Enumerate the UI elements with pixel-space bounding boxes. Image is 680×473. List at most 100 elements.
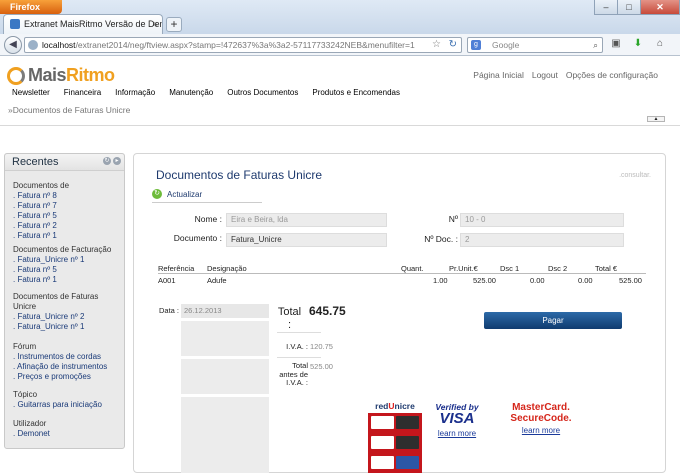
menu-newsletter[interactable]: Newsletter bbox=[12, 88, 50, 97]
cell-quant: 1.00 bbox=[433, 276, 448, 285]
total-value: 645.75 bbox=[309, 304, 346, 318]
maisritmo-logo[interactable]: MaisRitmo bbox=[7, 65, 115, 86]
top-links: Página Inicial Logout Opções de configur… bbox=[473, 70, 658, 80]
cell-designacao: Adufe bbox=[207, 276, 227, 285]
sidebar-item[interactable]: . Fatura nº 5 bbox=[13, 211, 123, 221]
back-arrow-icon[interactable]: ◀ bbox=[4, 36, 22, 54]
sidebar-item[interactable]: . Fatura nº 7 bbox=[13, 201, 123, 211]
home-link[interactable]: Página Inicial bbox=[473, 70, 524, 80]
sidebar-section: Tópico . Guitarras para iniciação bbox=[13, 390, 123, 410]
sidebar-item[interactable]: . Instrumentos de cordas bbox=[13, 352, 123, 362]
sidebar-item[interactable]: . Fatura nº 1 bbox=[13, 231, 123, 241]
page-favicon-icon bbox=[10, 19, 20, 29]
cell-total: 525.00 bbox=[619, 276, 642, 285]
close-window-button[interactable]: ✕ bbox=[640, 0, 680, 15]
sidebar-item[interactable]: . Demonet bbox=[13, 429, 123, 439]
visa-learn-more-link[interactable]: learn more bbox=[429, 429, 485, 438]
sidebar-item[interactable]: . Fatura_Unicre nº 2 bbox=[13, 312, 123, 322]
cell-dsc1: 0.00 bbox=[530, 276, 545, 285]
sidebar-item[interactable]: . Guitarras para iniciação bbox=[13, 400, 123, 410]
total-antes-iva-value: 525.00 bbox=[310, 362, 333, 371]
logo-text-mais: Mais bbox=[28, 65, 67, 85]
sidebar-section: Documentos de . Fatura nº 8 . Fatura nº … bbox=[13, 181, 123, 241]
new-tab-button[interactable]: + bbox=[166, 17, 182, 32]
redunicre-title: redUnicre bbox=[368, 401, 422, 411]
maestro-icon bbox=[396, 436, 419, 449]
sidebar-header: Recentes ↻ ▸ bbox=[5, 154, 124, 171]
main-menu: Newsletter Financeira Informação Manuten… bbox=[12, 88, 400, 97]
tab-title: Extranet MaisRitmo Versão de Demonstr... bbox=[24, 19, 162, 29]
sidebar-item[interactable]: . Fatura_Unicre nº 1 bbox=[13, 322, 123, 332]
nome-label: Nome : bbox=[194, 214, 222, 224]
mastercard-label: MasterCard. bbox=[512, 402, 570, 413]
tab-close-icon[interactable]: × bbox=[153, 15, 158, 33]
col-referencia: Referência bbox=[158, 264, 195, 273]
window-controls: – □ ✕ bbox=[594, 0, 680, 15]
refresh-icon: ↻ bbox=[152, 189, 162, 199]
sidebar-item[interactable]: . Fatura nº 1 bbox=[13, 275, 123, 285]
menu-financeira[interactable]: Financeira bbox=[64, 88, 101, 97]
search-input[interactable]: g Google ⌕ bbox=[467, 37, 603, 53]
redunicre-nicre: nicre bbox=[394, 401, 415, 411]
address-bar[interactable]: localhost/extranet2014/neg/ftview.aspx?s… bbox=[24, 37, 462, 53]
col-quant: Quant. bbox=[401, 264, 424, 273]
menu-informacao[interactable]: Informação bbox=[115, 88, 155, 97]
empty-field bbox=[181, 397, 269, 473]
logout-link[interactable]: Logout bbox=[532, 70, 558, 80]
bookmarks-menu-icon[interactable]: ▣ bbox=[609, 38, 623, 49]
documento-field: Fatura_Unicre bbox=[226, 233, 387, 247]
accepted-cards bbox=[368, 413, 422, 473]
sidebar-item[interactable]: . Afinação de instrumentos bbox=[13, 362, 123, 372]
col-dsc2: Dsc 2 bbox=[548, 264, 568, 273]
ndoc-field: 2 bbox=[460, 233, 624, 247]
sidebar-item[interactable]: . Fatura nº 5 bbox=[13, 265, 123, 275]
breadcrumb[interactable]: »Documentos de Faturas Unicre bbox=[8, 105, 130, 115]
site-identity-icon[interactable] bbox=[28, 40, 38, 50]
col-dsc1: Dsc 1 bbox=[500, 264, 520, 273]
menu-produtos-encomendas[interactable]: Produtos e Encomendas bbox=[312, 88, 400, 97]
maximize-button[interactable]: □ bbox=[617, 0, 641, 15]
divider bbox=[277, 357, 321, 358]
data-field: 26.12.2013 bbox=[181, 304, 269, 318]
document-panel: Documentos de Faturas Unicre .consultar.… bbox=[133, 153, 666, 473]
page-title: Documentos de Faturas Unicre bbox=[156, 168, 323, 182]
home-icon[interactable]: ⌂ bbox=[653, 38, 667, 49]
bookmark-star-icon[interactable]: ☆ bbox=[432, 38, 441, 52]
divider bbox=[0, 125, 680, 126]
minimize-button[interactable]: – bbox=[594, 0, 618, 15]
pay-button[interactable]: Pagar bbox=[484, 312, 622, 329]
refresh-icon[interactable]: ↻ bbox=[103, 157, 111, 165]
collapse-icon[interactable]: ▸ bbox=[113, 157, 121, 165]
table-row: A001 Adufe 1.00 525.00 0.00 0.00 525.00 bbox=[158, 276, 646, 286]
visa-label: VISA bbox=[439, 410, 475, 427]
reload-icon[interactable]: ↻ bbox=[449, 38, 457, 52]
mastercard-learn-more-link[interactable]: learn more bbox=[501, 426, 581, 435]
mode-label: .consultar. bbox=[619, 172, 651, 179]
search-icon[interactable]: ⌕ bbox=[593, 38, 598, 52]
sidebar-item[interactable]: . Fatura_Unicre nº 1 bbox=[13, 255, 123, 265]
download-icon[interactable]: ⬇ bbox=[631, 38, 645, 49]
sidebar-section: Documentos de Facturação . Fatura_Unicre… bbox=[13, 245, 123, 285]
numero-field: 10 - 0 bbox=[460, 213, 624, 227]
menu-manutencao[interactable]: Manutenção bbox=[169, 88, 213, 97]
google-engine-icon[interactable]: g bbox=[471, 40, 481, 50]
section-heading: Documentos de Facturação bbox=[13, 245, 112, 254]
browser-tab[interactable]: Extranet MaisRitmo Versão de Demonstr...… bbox=[3, 14, 163, 34]
settings-link[interactable]: Opções de configuração bbox=[566, 70, 658, 80]
sidebar-item[interactable]: . Fatura nº 2 bbox=[13, 221, 123, 231]
col-preco-unit: Pr.Unit.€ bbox=[449, 264, 478, 273]
refresh-label: Actualizar bbox=[167, 189, 203, 199]
refresh-button[interactable]: ↻ Actualizar bbox=[152, 189, 202, 199]
data-label: Data : bbox=[159, 306, 180, 315]
total-antes-iva-label: Total antes de I.V.A. : bbox=[279, 361, 308, 387]
empty-field bbox=[181, 321, 269, 356]
visa-electron-icon bbox=[371, 436, 394, 449]
sidebar-item[interactable]: . Preços e promoções bbox=[13, 372, 123, 382]
col-designacao: Designação bbox=[207, 264, 247, 273]
iva-label: I.V.A. : bbox=[286, 342, 308, 351]
menu-outros-documentos[interactable]: Outros Documentos bbox=[227, 88, 298, 97]
collapse-header-button[interactable]: ▲ bbox=[647, 116, 665, 122]
firefox-menu-button[interactable]: Firefox bbox=[0, 0, 62, 14]
sidebar-item[interactable]: . Fatura nº 8 bbox=[13, 191, 123, 201]
empty-field bbox=[181, 359, 269, 394]
